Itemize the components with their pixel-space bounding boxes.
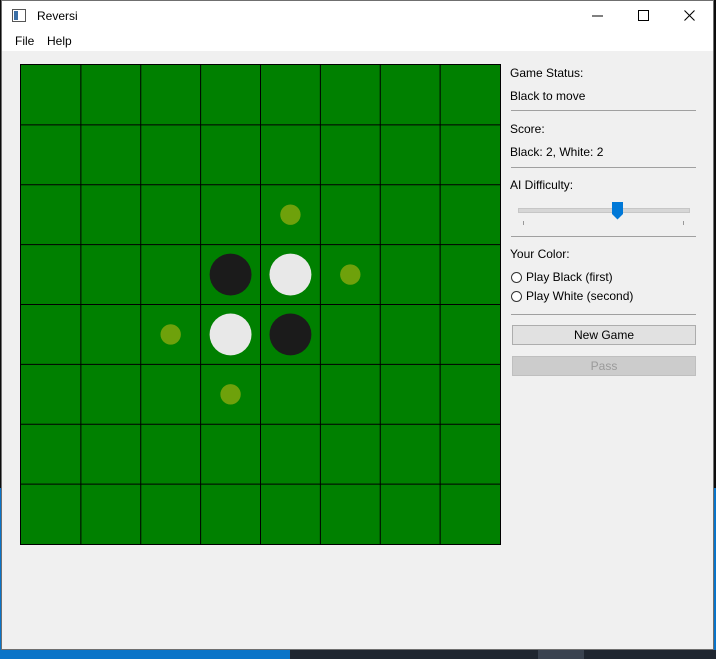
- menu-help[interactable]: Help: [47, 34, 72, 48]
- difficulty-label: AI Difficulty:: [510, 178, 574, 192]
- black-piece: [269, 313, 312, 356]
- board-canvas[interactable]: [21, 65, 500, 544]
- divider: [511, 314, 696, 315]
- maximize-button[interactable]: [621, 1, 667, 31]
- radio-circle[interactable]: [511, 272, 522, 283]
- slider-tick: [683, 221, 684, 225]
- divider: [511, 110, 696, 111]
- menu-bar: File Help: [2, 31, 713, 51]
- menu-file[interactable]: File: [15, 34, 34, 48]
- status-label: Game Status:: [510, 66, 584, 80]
- window-title: Reversi: [37, 9, 78, 23]
- maximize-icon: [638, 10, 649, 21]
- valid-move-hint[interactable]: [160, 324, 181, 345]
- divider: [511, 236, 696, 237]
- pass-button[interactable]: Pass: [512, 356, 696, 376]
- radio-play-black[interactable]: Play Black (first): [510, 270, 695, 286]
- minimize-button[interactable]: [575, 1, 621, 31]
- valid-move-hint[interactable]: [280, 204, 301, 225]
- difficulty-slider-track[interactable]: [518, 208, 690, 213]
- radio-circle[interactable]: [511, 291, 522, 302]
- score-value: Black: 2, White: 2: [510, 145, 604, 159]
- close-icon: [684, 10, 695, 21]
- title-bar[interactable]: Reversi: [2, 1, 713, 31]
- valid-move-hint[interactable]: [220, 384, 241, 405]
- color-label: Your Color:: [510, 247, 570, 261]
- black-piece: [209, 253, 252, 296]
- app-icon: [12, 9, 26, 22]
- radio-play-white[interactable]: Play White (second): [510, 289, 695, 305]
- radio-play-white-label[interactable]: Play White (second): [526, 289, 633, 303]
- minimize-icon: [592, 15, 603, 17]
- divider: [511, 167, 696, 168]
- taskbar: [290, 650, 716, 659]
- slider-tick: [523, 221, 524, 225]
- taskbar-item[interactable]: [538, 650, 584, 659]
- game-board[interactable]: [20, 64, 501, 545]
- white-piece: [269, 253, 312, 296]
- difficulty-slider-thumb[interactable]: [611, 202, 623, 220]
- radio-play-black-label[interactable]: Play Black (first): [526, 270, 613, 284]
- close-button[interactable]: [667, 1, 713, 31]
- reversi-window: Reversi File Help Game Status: Black to …: [1, 0, 714, 650]
- valid-move-hint[interactable]: [340, 264, 361, 285]
- score-label: Score:: [510, 122, 545, 136]
- new-game-button[interactable]: New Game: [512, 325, 696, 345]
- status-value: Black to move: [510, 89, 586, 103]
- white-piece: [209, 313, 252, 356]
